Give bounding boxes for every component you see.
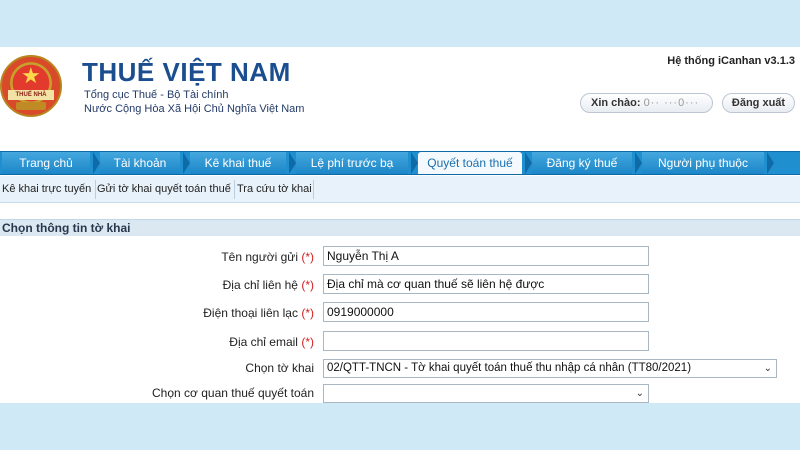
username: 0·· ···0··· [643,97,700,109]
logo-base [16,102,46,110]
declaration-selected: 02/QTT-TNCN - Tờ khai quyết toán thuế th… [327,362,692,374]
logout-button[interactable]: Đăng xuất [722,93,795,113]
subnav-submit-finalization[interactable]: Gửi tờ khai quyết toán thuế [97,176,231,203]
email-input[interactable] [323,331,649,351]
tab-tax-finalization[interactable]: Quyết toán thuế [418,152,522,174]
site-subtitle-ministry: Tổng cục Thuế - Bộ Tài chính [84,89,229,101]
required-mark: (*) [301,306,314,320]
nav-separator [632,152,642,174]
site-subtitle-country: Nước Cộng Hòa Xã Hội Chủ Nghĩa Việt Nam [84,103,305,115]
nav-separator [180,152,190,174]
declaration-label: Chọn tờ khai [245,361,314,375]
greeting-label: Xin chào: [591,97,641,109]
tab-account[interactable]: Tài khoản [100,152,180,174]
sender-name-label: Tên người gửi (*) [221,250,314,264]
tab-registration-fee[interactable]: Lệ phí trước bạ [296,152,408,174]
subnav-divider [234,180,235,199]
subnav-lookup[interactable]: Tra cứu tờ khai [237,176,312,203]
header: ★ THUẾ NHÀ NƯỚC THUẾ VIỆT NAM Tổng cục T… [0,47,800,150]
system-version: Hệ thống iCanhan v3.1.3 [667,55,795,67]
logo-band: THUẾ NHÀ NƯỚC [8,90,54,100]
required-mark: (*) [301,335,314,349]
required-mark: (*) [301,250,314,264]
tab-home[interactable]: Trang chủ [2,152,90,174]
email-label: Địa chỉ email (*) [229,335,314,349]
nav-separator [90,152,100,174]
app-window: ★ THUẾ NHÀ NƯỚC THUẾ VIỆT NAM Tổng cục T… [0,47,800,403]
nav-separator [764,152,774,174]
contact-address-input[interactable]: Địa chỉ mà cơ quan thuế sẽ liên hệ được [323,274,649,294]
emblem-logo: ★ THUẾ NHÀ NƯỚC [0,55,62,117]
chevron-down-icon: ⌄ [763,363,772,374]
tab-tax-registration[interactable]: Đăng ký thuế [532,152,632,174]
subnav-divider [313,180,314,199]
subnav-online-declaration[interactable]: Kê khai trực tuyến [2,176,91,203]
tab-dependents[interactable]: Người phụ thuộc [642,152,764,174]
sender-name-input[interactable]: Nguyễn Thị A [323,246,649,266]
nav-separator [408,152,418,174]
nav-separator [522,152,532,174]
required-mark: (*) [301,278,314,292]
section-title: Chọn thông tin tờ khai [0,219,800,236]
declaration-select[interactable]: 02/QTT-TNCN - Tờ khai quyết toán thuế th… [323,359,777,378]
tab-tax-declaration[interactable]: Kê khai thuế [190,152,286,174]
main-nav: Trang chủ Tài khoản Kê khai thuế Lệ phí … [0,151,800,175]
chevron-down-icon: ⌄ [635,388,644,399]
tax-office-select[interactable]: ⌄ [323,384,649,403]
contact-address-label: Địa chỉ liên hệ (*) [222,278,314,292]
sub-nav: Kê khai trực tuyến Gửi tờ khai quyết toá… [0,176,800,203]
nav-separator [286,152,296,174]
phone-input[interactable]: 0919000000 [323,302,649,322]
phone-label: Điện thoại liên lạc (*) [203,306,314,320]
tax-office-label: Chọn cơ quan thuế quyết toán [152,386,314,400]
user-greeting[interactable]: Xin chào: 0·· ···0··· [580,93,713,113]
star-icon: ★ [21,63,41,88]
site-title: THUẾ VIỆT NAM [82,57,291,87]
subnav-divider [95,180,96,199]
